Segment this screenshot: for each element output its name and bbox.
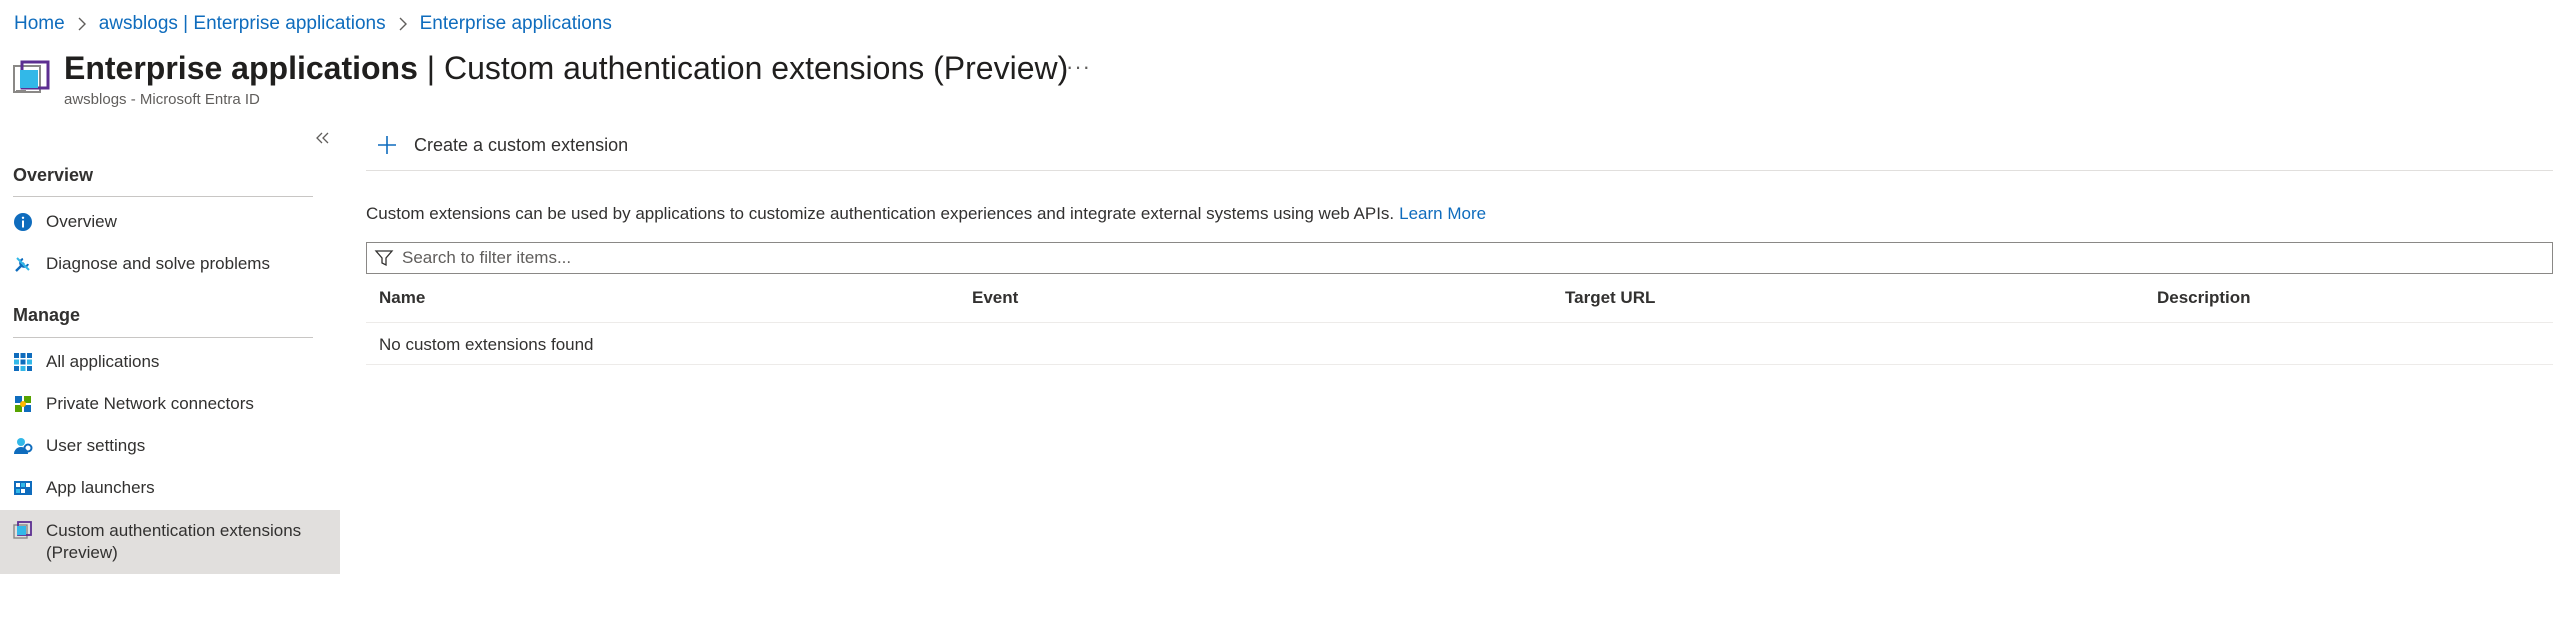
- sidebar-item-private-network-connectors[interactable]: Private Network connectors: [0, 392, 340, 416]
- chevron-right-icon: [398, 17, 408, 31]
- sidebar-item-diagnose[interactable]: Diagnose and solve problems: [0, 252, 340, 276]
- sidebar-item-all-applications[interactable]: All applications: [0, 350, 340, 374]
- chevron-right-icon: [77, 17, 87, 31]
- collapse-sidebar-button[interactable]: [312, 128, 334, 150]
- sidebar-divider: [13, 196, 313, 197]
- sidebar-item-label: Private Network connectors: [46, 394, 254, 413]
- info-icon: [12, 211, 34, 233]
- sidebar-divider: [13, 337, 313, 338]
- user-settings-icon: [12, 435, 34, 457]
- sidebar-item-label: Overview: [46, 212, 117, 231]
- sidebar-item-app-launchers[interactable]: App launchers: [0, 476, 340, 500]
- sidebar-item-label: App launchers: [46, 478, 155, 497]
- page-title: Enterprise applications | Custom authent…: [64, 46, 1068, 90]
- breadcrumb: Home awsblogs | Enterprise applications …: [14, 12, 612, 36]
- description-text: Custom extensions can be used by applica…: [366, 204, 1486, 224]
- column-header-name[interactable]: Name: [379, 288, 425, 308]
- sidebar-item-user-settings[interactable]: User settings: [0, 434, 340, 458]
- filter-icon: [374, 250, 394, 267]
- custom-extension-icon: [12, 520, 34, 542]
- table-row-divider: [366, 364, 2553, 365]
- sidebar-item-label: All applications: [46, 352, 160, 371]
- create-custom-extension-button[interactable]: Create a custom extension: [376, 134, 628, 156]
- sidebar-item-label: Custom authentication extensions (Previe…: [46, 521, 302, 562]
- column-header-description[interactable]: Description: [2157, 288, 2251, 308]
- sidebar-section-overview: Overview: [13, 165, 94, 185]
- sidebar-section-manage: Manage: [13, 305, 81, 325]
- create-custom-extension-label: Create a custom extension: [414, 134, 629, 155]
- sidebar-item-label: Diagnose and solve problems: [46, 254, 270, 273]
- column-header-target-url[interactable]: Target URL: [1565, 288, 1655, 308]
- plus-icon: [378, 136, 396, 154]
- breadcrumb-home[interactable]: Home: [14, 13, 65, 35]
- more-options-button[interactable]: ···: [1066, 54, 1091, 80]
- empty-state-message: No custom extensions found: [379, 335, 594, 354]
- learn-more-link[interactable]: Learn More: [1399, 204, 1486, 223]
- sidebar-item-label: User settings: [46, 436, 146, 455]
- page-title-main: Enterprise applications: [64, 50, 418, 86]
- search-input[interactable]: [402, 248, 2552, 268]
- column-header-event[interactable]: Event: [972, 288, 1018, 308]
- description-body: Custom extensions can be used by applica…: [366, 204, 1395, 223]
- double-chevron-left-icon: [316, 132, 329, 144]
- page-title-sub: | Custom authentication extensions (Prev…: [426, 50, 1069, 86]
- wrench-icon: [12, 253, 34, 275]
- connector-icon: [12, 393, 34, 415]
- sidebar-item-overview[interactable]: Overview: [0, 210, 340, 234]
- table-header-divider: [366, 322, 2553, 323]
- custom-extension-page-icon: [12, 60, 52, 100]
- breadcrumb-awsblogs-enterprise-applications[interactable]: awsblogs | Enterprise applications: [99, 13, 386, 35]
- page-subtitle: awsblogs - Microsoft Entra ID: [64, 91, 260, 108]
- breadcrumb-enterprise-applications[interactable]: Enterprise applications: [420, 13, 612, 35]
- app-launcher-icon: [12, 477, 34, 499]
- grid-icon: [12, 351, 34, 373]
- command-bar: [366, 126, 2553, 171]
- sidebar-item-custom-authentication-extensions[interactable]: Custom authentication extensions (Previe…: [0, 510, 340, 574]
- search-box: [366, 242, 2553, 274]
